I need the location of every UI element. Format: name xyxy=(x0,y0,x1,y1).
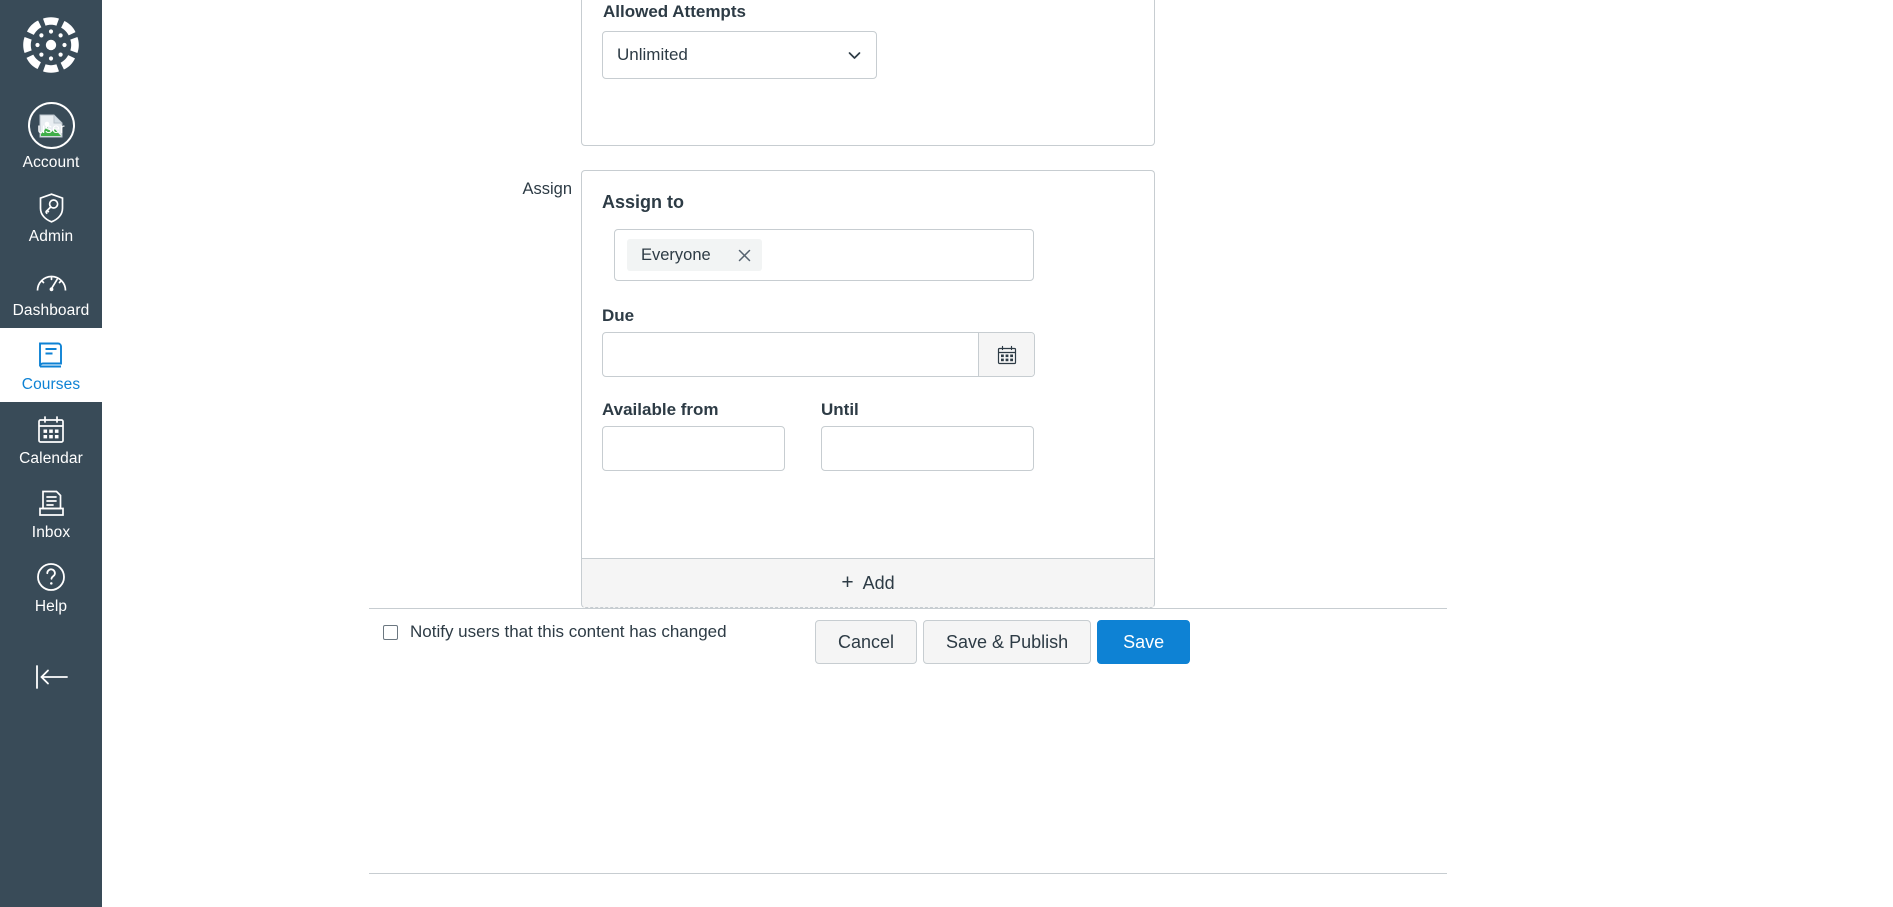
assign-to-input[interactable]: Everyone xyxy=(614,229,1034,281)
sidebar-item-admin[interactable]: Admin xyxy=(0,180,102,254)
save-button[interactable]: Save xyxy=(1097,620,1191,664)
due-label: Due xyxy=(602,306,635,325)
sidebar-item-label: Account xyxy=(22,154,80,171)
available-from-label: Available from xyxy=(602,400,719,419)
sidebar-item-dashboard[interactable]: Dashboard xyxy=(0,254,102,328)
sidebar-item-label: Inbox xyxy=(31,524,71,541)
plus-icon: + xyxy=(841,570,854,594)
cancel-button[interactable]: Cancel xyxy=(815,620,918,664)
avatar: user xyxy=(27,102,75,149)
sidebar-item-label: Calendar xyxy=(19,450,83,467)
until-date-input[interactable] xyxy=(822,427,1033,470)
assignee-token[interactable]: Everyone xyxy=(627,239,762,271)
allowed-attempts-label: Allowed Attempts xyxy=(603,2,746,21)
add-label: Add xyxy=(862,572,895,593)
courses-book-icon xyxy=(34,338,68,372)
main-content: Allowed Attempts Unlimited Assign Assign… xyxy=(102,0,1893,907)
sidebar-item-label: Admin xyxy=(28,228,74,245)
sidebar-item-courses[interactable]: Courses xyxy=(0,328,102,402)
form-actions: Cancel Save & Publish Save xyxy=(815,620,1191,664)
allowed-attempts-card: Allowed Attempts Unlimited xyxy=(581,0,1155,146)
question-circle-icon xyxy=(34,560,68,594)
divider xyxy=(369,608,1447,609)
close-x-icon[interactable] xyxy=(737,248,752,263)
calendar-icon xyxy=(34,412,68,446)
sidebar-item-inbox[interactable]: Inbox xyxy=(0,476,102,550)
save-and-publish-button[interactable]: Save & Publish xyxy=(923,620,1092,664)
available-from-field[interactable] xyxy=(602,426,785,471)
inbox-tray-icon xyxy=(34,486,68,520)
sidebar-item-help[interactable]: Help xyxy=(0,550,102,624)
notify-users-checkbox[interactable] xyxy=(383,624,398,640)
assign-to-card: Assign to Everyone Due Available from Un… xyxy=(581,170,1155,558)
avatar-alt-text: user xyxy=(37,119,65,136)
notify-users-label: Notify users that this content has chang… xyxy=(410,622,727,641)
sidebar-item-calendar[interactable]: Calendar xyxy=(0,402,102,476)
notify-users-row[interactable]: Notify users that this content has chang… xyxy=(383,622,727,642)
sidebar-item-label: Help xyxy=(34,598,68,615)
canvas-logo-icon[interactable] xyxy=(20,14,82,76)
sidebar-item-account[interactable]: user Account xyxy=(0,92,102,180)
until-label: Until xyxy=(821,400,859,419)
chevron-down-icon xyxy=(847,48,862,63)
assignee-token-label: Everyone xyxy=(641,245,711,264)
sidebar-item-label: Courses xyxy=(21,376,81,393)
allowed-attempts-value: Unlimited xyxy=(617,45,688,64)
until-date-field[interactable] xyxy=(821,426,1034,471)
broken-image-icon: user xyxy=(37,113,65,139)
assign-to-heading: Assign to xyxy=(602,192,685,212)
due-date-field[interactable] xyxy=(602,332,1035,377)
due-date-input[interactable] xyxy=(603,333,978,376)
available-from-input[interactable] xyxy=(603,427,784,470)
add-assignment-override-button[interactable]: + Add xyxy=(581,558,1155,608)
assign-row-label: Assign xyxy=(522,180,572,198)
sidebar-item-label: Dashboard xyxy=(12,302,90,319)
collapse-arrow-icon[interactable] xyxy=(0,650,102,704)
shield-key-icon xyxy=(34,190,68,224)
dashboard-gauge-icon xyxy=(34,264,68,298)
global-navigation: user Account Admin Dashboard Courses Cal… xyxy=(0,0,102,907)
allowed-attempts-select[interactable]: Unlimited xyxy=(602,31,877,79)
calendar-icon[interactable] xyxy=(978,333,1034,376)
divider xyxy=(369,873,1447,874)
